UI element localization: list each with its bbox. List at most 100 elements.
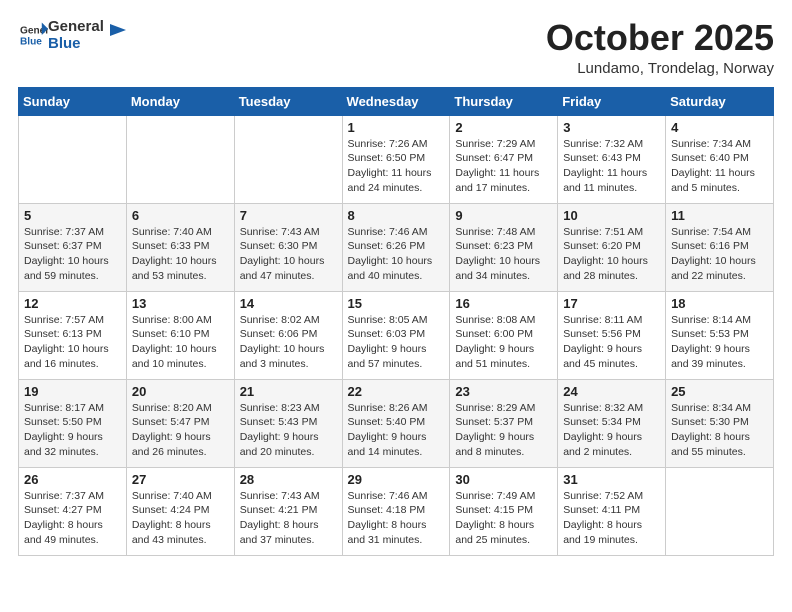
col-thursday: Thursday xyxy=(450,87,558,115)
day-info: Sunrise: 7:29 AMSunset: 6:47 PMDaylight:… xyxy=(455,137,552,196)
table-row: 14 Sunrise: 8:02 AMSunset: 6:06 PMDayligh… xyxy=(234,291,342,379)
logo-icon: General Blue xyxy=(20,21,48,49)
day-info: Sunrise: 7:34 AMSunset: 6:40 PMDaylight:… xyxy=(671,137,768,196)
day-number: 5 xyxy=(24,208,121,223)
title-block: October 2025 Lundamo, Trondelag, Norway xyxy=(546,18,774,77)
table-row xyxy=(666,467,774,555)
col-sunday: Sunday xyxy=(19,87,127,115)
day-info: Sunrise: 7:37 AMSunset: 6:37 PMDaylight:… xyxy=(24,225,121,284)
day-info: Sunrise: 8:20 AMSunset: 5:47 PMDaylight:… xyxy=(132,401,229,460)
logo-blue-text: Blue xyxy=(48,35,104,52)
calendar-week-row: 12Sunrise: 7:57 AMSunset: 6:13 PMDayligh… xyxy=(19,291,774,379)
location: Lundamo, Trondelag, Norway xyxy=(546,60,774,77)
table-row: 21 Sunrise: 8:23 AMSunset: 5:43 PMDayligh… xyxy=(234,379,342,467)
day-number: 29 xyxy=(348,472,445,487)
table-row: 30 Sunrise: 7:49 AMSunset: 4:15 PMDayligh… xyxy=(450,467,558,555)
table-row: 9 Sunrise: 7:48 AMSunset: 6:23 PMDaylight… xyxy=(450,203,558,291)
table-row: 11Sunrise: 7:54 AMSunset: 6:16 PMDayligh… xyxy=(666,203,774,291)
table-row: 13Sunrise: 8:00 AMSunset: 6:10 PMDayligh… xyxy=(126,291,234,379)
col-tuesday: Tuesday xyxy=(234,87,342,115)
day-number: 9 xyxy=(455,208,552,223)
day-number: 27 xyxy=(132,472,229,487)
day-number: 23 xyxy=(455,384,552,399)
col-wednesday: Wednesday xyxy=(342,87,450,115)
table-row: 23 Sunrise: 8:29 AMSunset: 5:37 PMDayligh… xyxy=(450,379,558,467)
logo: General Blue General Blue xyxy=(18,18,128,53)
day-info: Sunrise: 8:00 AMSunset: 6:10 PMDaylight:… xyxy=(132,313,229,372)
day-number: 8 xyxy=(348,208,445,223)
day-number: 28 xyxy=(240,472,337,487)
table-row: 5 Sunrise: 7:37 AMSunset: 6:37 PMDaylight… xyxy=(19,203,127,291)
table-row: 26 Sunrise: 7:37 AMSunset: 4:27 PMDayligh… xyxy=(19,467,127,555)
day-info: Sunrise: 8:29 AMSunset: 5:37 PMDaylight:… xyxy=(455,401,552,460)
table-row: 1 Sunrise: 7:26 AMSunset: 6:50 PMDaylight… xyxy=(342,115,450,203)
day-number: 24 xyxy=(563,384,660,399)
table-row: 28 Sunrise: 7:43 AMSunset: 4:21 PMDayligh… xyxy=(234,467,342,555)
day-info: Sunrise: 8:23 AMSunset: 5:43 PMDaylight:… xyxy=(240,401,337,460)
svg-text:Blue: Blue xyxy=(20,37,42,48)
table-row: 7Sunrise: 7:43 AMSunset: 6:30 PMDaylight… xyxy=(234,203,342,291)
day-info: Sunrise: 7:40 AMSunset: 6:33 PMDaylight:… xyxy=(132,225,229,284)
table-row: 29 Sunrise: 7:46 AMSunset: 4:18 PMDayligh… xyxy=(342,467,450,555)
day-number: 16 xyxy=(455,296,552,311)
day-number: 30 xyxy=(455,472,552,487)
day-info: Sunrise: 7:52 AMSunset: 4:11 PMDaylight:… xyxy=(563,489,660,548)
table-row: 17 Sunrise: 8:11 AMSunset: 5:56 PMDayligh… xyxy=(558,291,666,379)
day-number: 1 xyxy=(348,120,445,135)
day-number: 7 xyxy=(240,208,337,223)
table-row: 22 Sunrise: 8:26 AMSunset: 5:40 PMDayligh… xyxy=(342,379,450,467)
calendar-week-row: 19 Sunrise: 8:17 AMSunset: 5:50 PMDayligh… xyxy=(19,379,774,467)
logo-flag-icon xyxy=(106,22,128,44)
day-number: 18 xyxy=(671,296,768,311)
table-row: 8 Sunrise: 7:46 AMSunset: 6:26 PMDaylight… xyxy=(342,203,450,291)
day-info: Sunrise: 8:05 AMSunset: 6:03 PMDaylight:… xyxy=(348,313,445,372)
day-info: Sunrise: 7:54 AMSunset: 6:16 PMDaylight:… xyxy=(671,225,768,284)
day-info: Sunrise: 8:11 AMSunset: 5:56 PMDaylight:… xyxy=(563,313,660,372)
table-row: 19 Sunrise: 8:17 AMSunset: 5:50 PMDayligh… xyxy=(19,379,127,467)
day-info: Sunrise: 7:43 AMSunset: 4:21 PMDaylight:… xyxy=(240,489,337,548)
day-number: 6 xyxy=(132,208,229,223)
calendar-week-row: 26 Sunrise: 7:37 AMSunset: 4:27 PMDayligh… xyxy=(19,467,774,555)
table-row: 20Sunrise: 8:20 AMSunset: 5:47 PMDayligh… xyxy=(126,379,234,467)
table-row: 6 Sunrise: 7:40 AMSunset: 6:33 PMDaylight… xyxy=(126,203,234,291)
calendar-week-row: 5 Sunrise: 7:37 AMSunset: 6:37 PMDaylight… xyxy=(19,203,774,291)
header: General Blue General Blue October 2025 L… xyxy=(18,18,774,77)
table-row: 27 Sunrise: 7:40 AMSunset: 4:24 PMDayligh… xyxy=(126,467,234,555)
month-title: October 2025 xyxy=(546,18,774,58)
table-row: 18 Sunrise: 8:14 AMSunset: 5:53 PMDayligh… xyxy=(666,291,774,379)
day-info: Sunrise: 7:46 AMSunset: 6:26 PMDaylight:… xyxy=(348,225,445,284)
table-row xyxy=(19,115,127,203)
table-row: 3Sunrise: 7:32 AMSunset: 6:43 PMDaylight… xyxy=(558,115,666,203)
day-info: Sunrise: 8:17 AMSunset: 5:50 PMDaylight:… xyxy=(24,401,121,460)
day-info: Sunrise: 7:40 AMSunset: 4:24 PMDaylight:… xyxy=(132,489,229,548)
day-info: Sunrise: 8:26 AMSunset: 5:40 PMDaylight:… xyxy=(348,401,445,460)
day-number: 22 xyxy=(348,384,445,399)
day-info: Sunrise: 7:26 AMSunset: 6:50 PMDaylight:… xyxy=(348,137,445,196)
table-row xyxy=(126,115,234,203)
day-info: Sunrise: 7:46 AMSunset: 4:18 PMDaylight:… xyxy=(348,489,445,548)
table-row: 2Sunrise: 7:29 AMSunset: 6:47 PMDaylight… xyxy=(450,115,558,203)
table-row: 15Sunrise: 8:05 AMSunset: 6:03 PMDayligh… xyxy=(342,291,450,379)
calendar-header-row: Sunday Monday Tuesday Wednesday Thursday… xyxy=(19,87,774,115)
table-row: 4 Sunrise: 7:34 AMSunset: 6:40 PMDaylight… xyxy=(666,115,774,203)
calendar-table: Sunday Monday Tuesday Wednesday Thursday… xyxy=(18,87,774,556)
day-info: Sunrise: 8:02 AMSunset: 6:06 PMDaylight:… xyxy=(240,313,337,372)
day-number: 17 xyxy=(563,296,660,311)
table-row xyxy=(234,115,342,203)
day-number: 19 xyxy=(24,384,121,399)
day-info: Sunrise: 7:37 AMSunset: 4:27 PMDaylight:… xyxy=(24,489,121,548)
day-info: Sunrise: 7:48 AMSunset: 6:23 PMDaylight:… xyxy=(455,225,552,284)
day-info: Sunrise: 7:51 AMSunset: 6:20 PMDaylight:… xyxy=(563,225,660,284)
day-number: 21 xyxy=(240,384,337,399)
day-info: Sunrise: 7:49 AMSunset: 4:15 PMDaylight:… xyxy=(455,489,552,548)
table-row: 10Sunrise: 7:51 AMSunset: 6:20 PMDayligh… xyxy=(558,203,666,291)
day-info: Sunrise: 8:32 AMSunset: 5:34 PMDaylight:… xyxy=(563,401,660,460)
page: General Blue General Blue October 2025 L… xyxy=(0,0,792,570)
day-info: Sunrise: 8:14 AMSunset: 5:53 PMDaylight:… xyxy=(671,313,768,372)
table-row: 12Sunrise: 7:57 AMSunset: 6:13 PMDayligh… xyxy=(19,291,127,379)
day-number: 26 xyxy=(24,472,121,487)
table-row: 24 Sunrise: 8:32 AMSunset: 5:34 PMDayligh… xyxy=(558,379,666,467)
table-row: 31Sunrise: 7:52 AMSunset: 4:11 PMDayligh… xyxy=(558,467,666,555)
day-number: 4 xyxy=(671,120,768,135)
day-number: 14 xyxy=(240,296,337,311)
